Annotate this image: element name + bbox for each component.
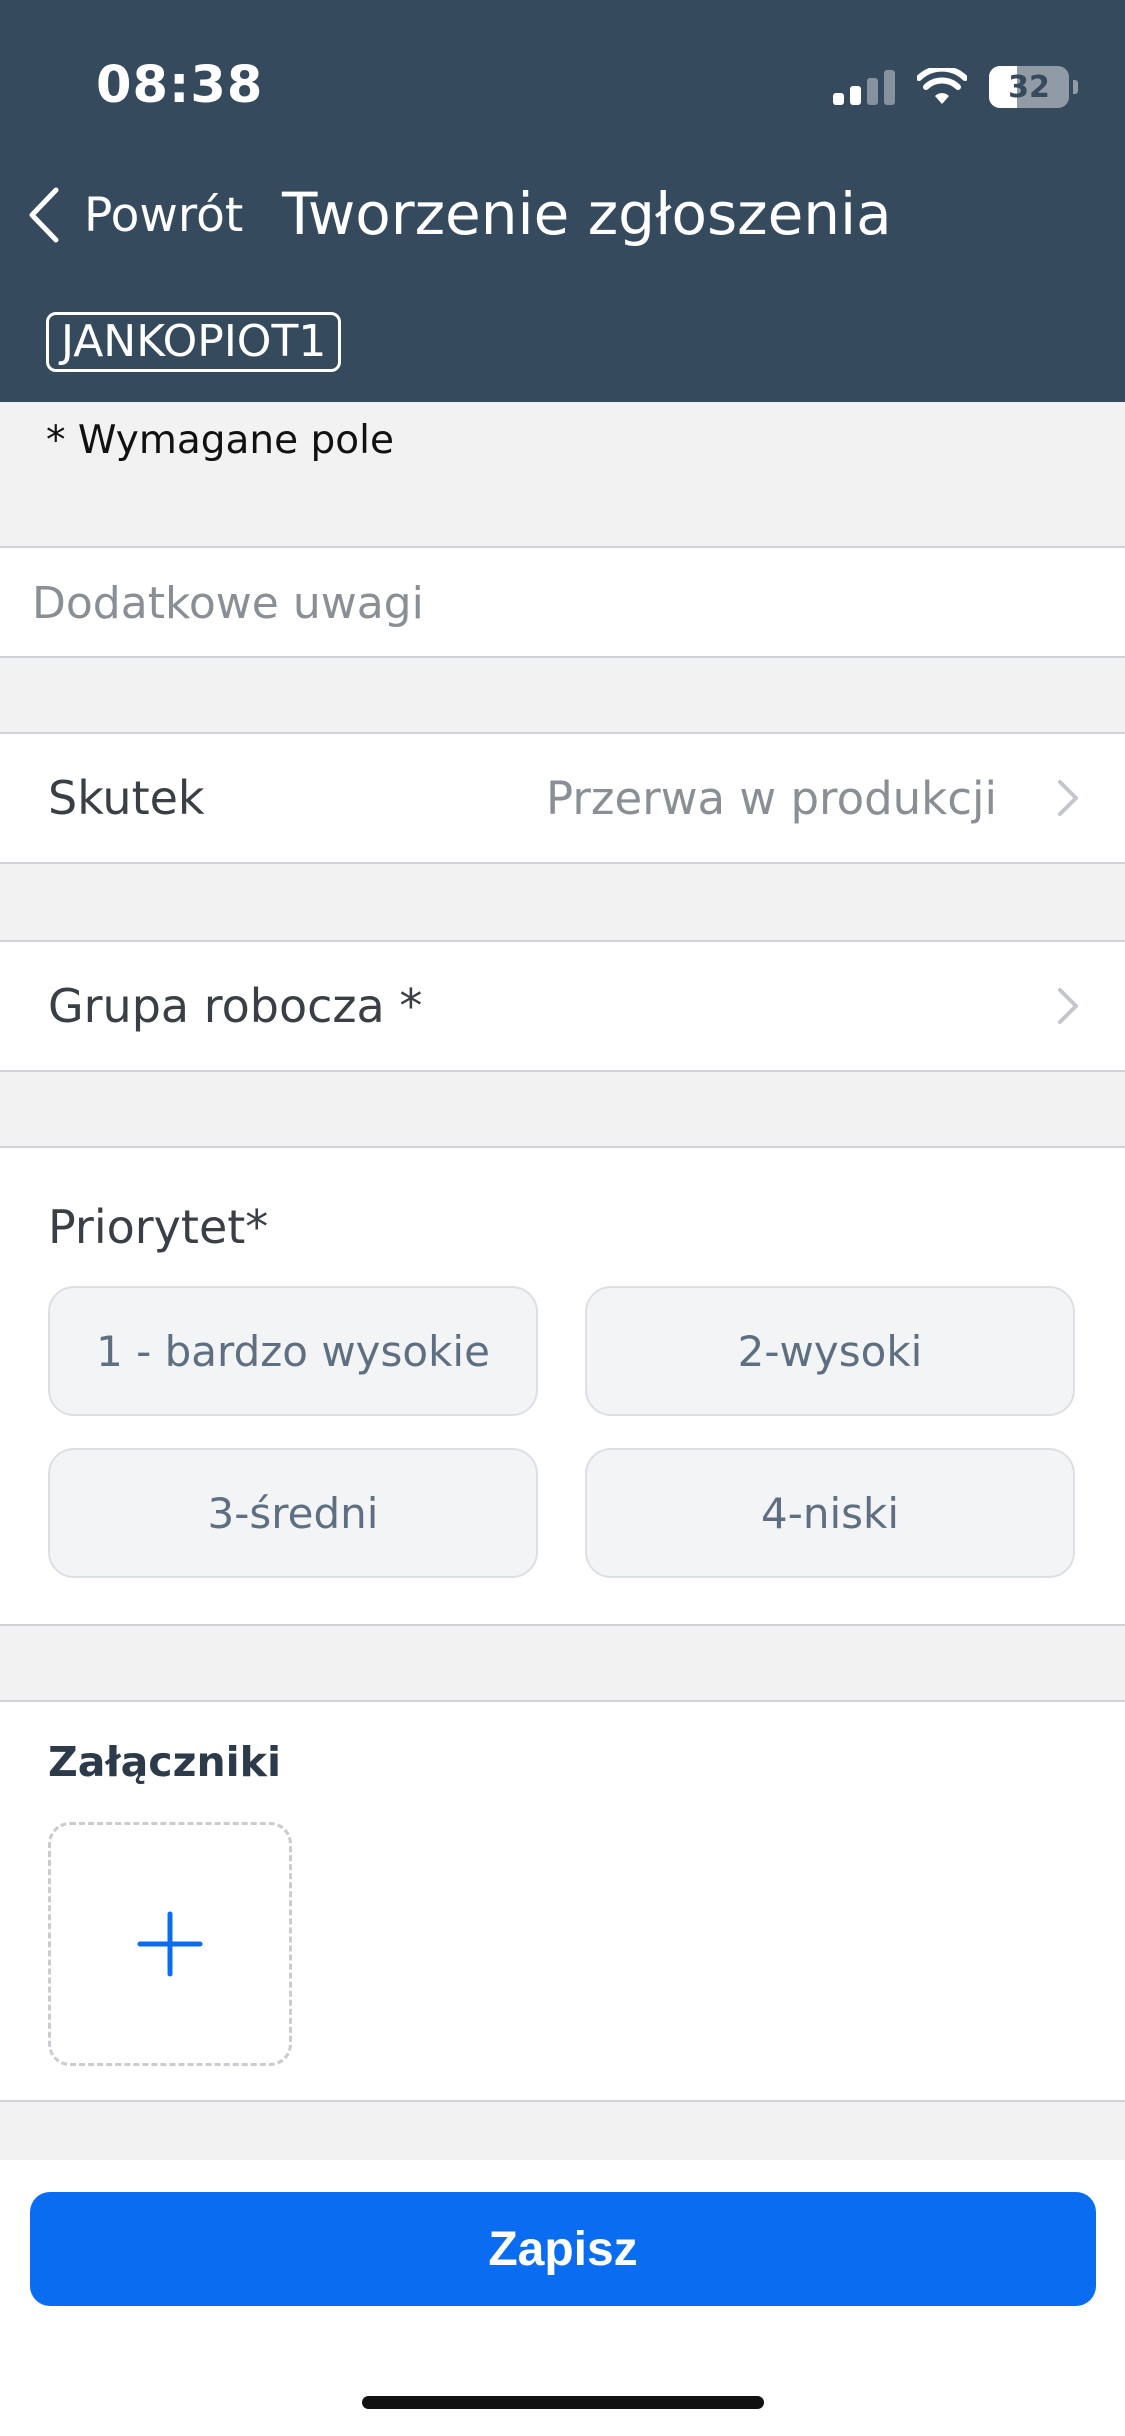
- notes-field: [0, 546, 1125, 658]
- wifi-icon: [917, 68, 967, 104]
- app-header: 08:38 32 Powrót Tworzenie zgłoszenia JAN…: [0, 0, 1125, 402]
- effect-label: Skutek: [48, 771, 205, 825]
- priority-option-2[interactable]: 2-wysoki: [585, 1286, 1075, 1416]
- status-icons: 32: [833, 62, 1078, 112]
- back-label: Powrót: [84, 187, 244, 243]
- attachments-section: Załączniki: [0, 1700, 1125, 2102]
- attachments-label: Załączniki: [48, 1738, 282, 1786]
- save-button[interactable]: Zapisz: [30, 2192, 1096, 2306]
- effect-value: Przerwa w produkcji: [546, 771, 997, 825]
- chevron-right-icon: [1058, 780, 1078, 816]
- workgroup-label: Grupa robocza *: [48, 979, 423, 1033]
- effect-row[interactable]: Skutek Przerwa w produkcji: [0, 732, 1125, 864]
- battery-level: 32: [1008, 69, 1050, 105]
- home-indicator[interactable]: [362, 2396, 764, 2409]
- user-badge: JANKOPIOT1: [46, 312, 342, 372]
- priority-option-4[interactable]: 4-niski: [585, 1448, 1075, 1578]
- workgroup-row[interactable]: Grupa robocza *: [0, 940, 1125, 1072]
- priority-option-1[interactable]: 1 - bardzo wysokie: [48, 1286, 538, 1416]
- status-time: 08:38: [96, 56, 264, 115]
- back-button[interactable]: Powrót: [26, 180, 243, 250]
- page-title: Tworzenie zgłoszenia: [282, 180, 892, 248]
- add-attachment-button[interactable]: [48, 1822, 292, 2066]
- required-field-note: * Wymagane pole: [46, 418, 394, 463]
- plus-icon: [137, 1911, 203, 1977]
- priority-section: Priorytet* 1 - bardzo wysokie 2-wysoki 3…: [0, 1146, 1125, 1626]
- battery-icon: 32: [989, 66, 1078, 108]
- chevron-right-icon: [1058, 988, 1078, 1024]
- priority-option-3[interactable]: 3-średni: [48, 1448, 538, 1578]
- signal-icon: [833, 69, 895, 105]
- priority-label: Priorytet*: [48, 1200, 269, 1254]
- chevron-left-icon: [29, 187, 59, 243]
- notes-input[interactable]: [30, 548, 1094, 658]
